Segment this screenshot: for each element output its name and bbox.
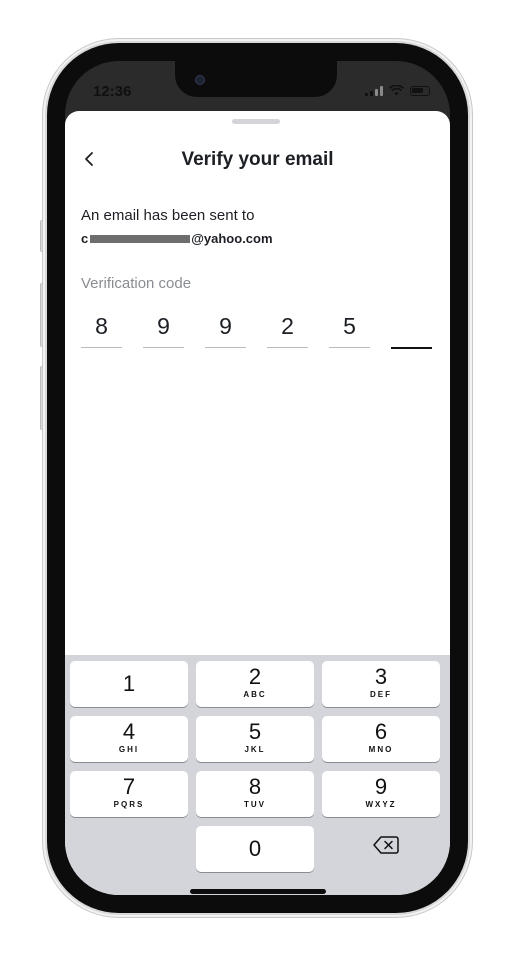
- key-2-number: 2: [248, 664, 262, 689]
- key-7-letters: PQRS: [113, 800, 145, 809]
- code-digit-3[interactable]: 9: [205, 307, 246, 348]
- key-4-number: 4: [122, 719, 136, 744]
- key-0[interactable]: 0: [196, 826, 314, 872]
- key-5[interactable]: 5 JKL: [196, 716, 314, 762]
- page-title: Verify your email: [181, 149, 334, 170]
- key-8[interactable]: 8 TUV: [196, 771, 314, 817]
- key-8-number: 8: [248, 774, 262, 799]
- key-1-number: 1: [122, 671, 136, 696]
- key-3-number: 3: [374, 664, 388, 689]
- key-6[interactable]: 6 MNO: [322, 716, 440, 762]
- phone-frame: 12:36 Verify your email An email has bee…: [47, 43, 468, 913]
- key-9-number: 9: [374, 774, 388, 799]
- key-7[interactable]: 7 PQRS: [70, 771, 188, 817]
- key-7-number: 7: [122, 774, 136, 799]
- volume-up-button: [40, 283, 46, 347]
- code-digit-2[interactable]: 9: [143, 307, 184, 348]
- numeric-keypad: 1 2 ABC 3 DEF 4 GHI 5 JKL 6 MNO 7 PQRS 8…: [65, 655, 450, 895]
- delete-key[interactable]: [327, 822, 445, 868]
- sheet-grabber[interactable]: [232, 119, 280, 124]
- email-redaction: [90, 234, 191, 243]
- home-indicator[interactable]: [190, 889, 326, 894]
- volume-down-button: [40, 366, 46, 430]
- key-5-letters: JKL: [244, 745, 266, 754]
- key-2-letters: ABC: [243, 690, 267, 699]
- key-8-letters: TUV: [244, 800, 266, 809]
- notch: [175, 61, 337, 97]
- email-address: c @yahoo.com: [81, 231, 273, 246]
- key-0-number: 0: [248, 836, 262, 861]
- code-digit-4[interactable]: 2: [267, 307, 308, 348]
- key-9[interactable]: 9 WXYZ: [322, 771, 440, 817]
- status-icons: [365, 85, 430, 96]
- key-6-number: 6: [374, 719, 388, 744]
- code-digit-5[interactable]: 5: [329, 307, 370, 348]
- wifi-icon: [389, 85, 404, 96]
- key-4[interactable]: 4 GHI: [70, 716, 188, 762]
- key-3[interactable]: 3 DEF: [322, 661, 440, 707]
- verification-code-input[interactable]: 8 9 9 2 5: [81, 307, 433, 357]
- status-time: 12:36: [93, 83, 132, 100]
- key-1[interactable]: 1: [70, 661, 188, 707]
- email-prefix: c: [81, 231, 89, 246]
- backspace-icon: [373, 836, 399, 854]
- key-9-letters: WXYZ: [365, 800, 397, 809]
- key-5-number: 5: [248, 719, 262, 744]
- email-sent-description: An email has been sent to: [81, 207, 255, 224]
- silent-switch: [40, 220, 46, 252]
- battery-icon: [410, 86, 430, 96]
- verification-code-label: Verification code: [81, 275, 192, 292]
- key-4-letters: GHI: [118, 745, 140, 754]
- code-digit-1[interactable]: 8: [81, 307, 122, 348]
- camera-icon: [195, 75, 205, 85]
- key-6-letters: MNO: [368, 745, 394, 754]
- email-suffix: @yahoo.com: [191, 231, 273, 246]
- key-3-letters: DEF: [370, 690, 392, 699]
- cellular-signal-icon: [365, 86, 383, 96]
- code-digit-6[interactable]: [391, 307, 432, 349]
- screen: 12:36 Verify your email An email has bee…: [65, 61, 450, 895]
- key-2[interactable]: 2 ABC: [196, 661, 314, 707]
- verify-email-sheet: Verify your email An email has been sent…: [65, 111, 450, 895]
